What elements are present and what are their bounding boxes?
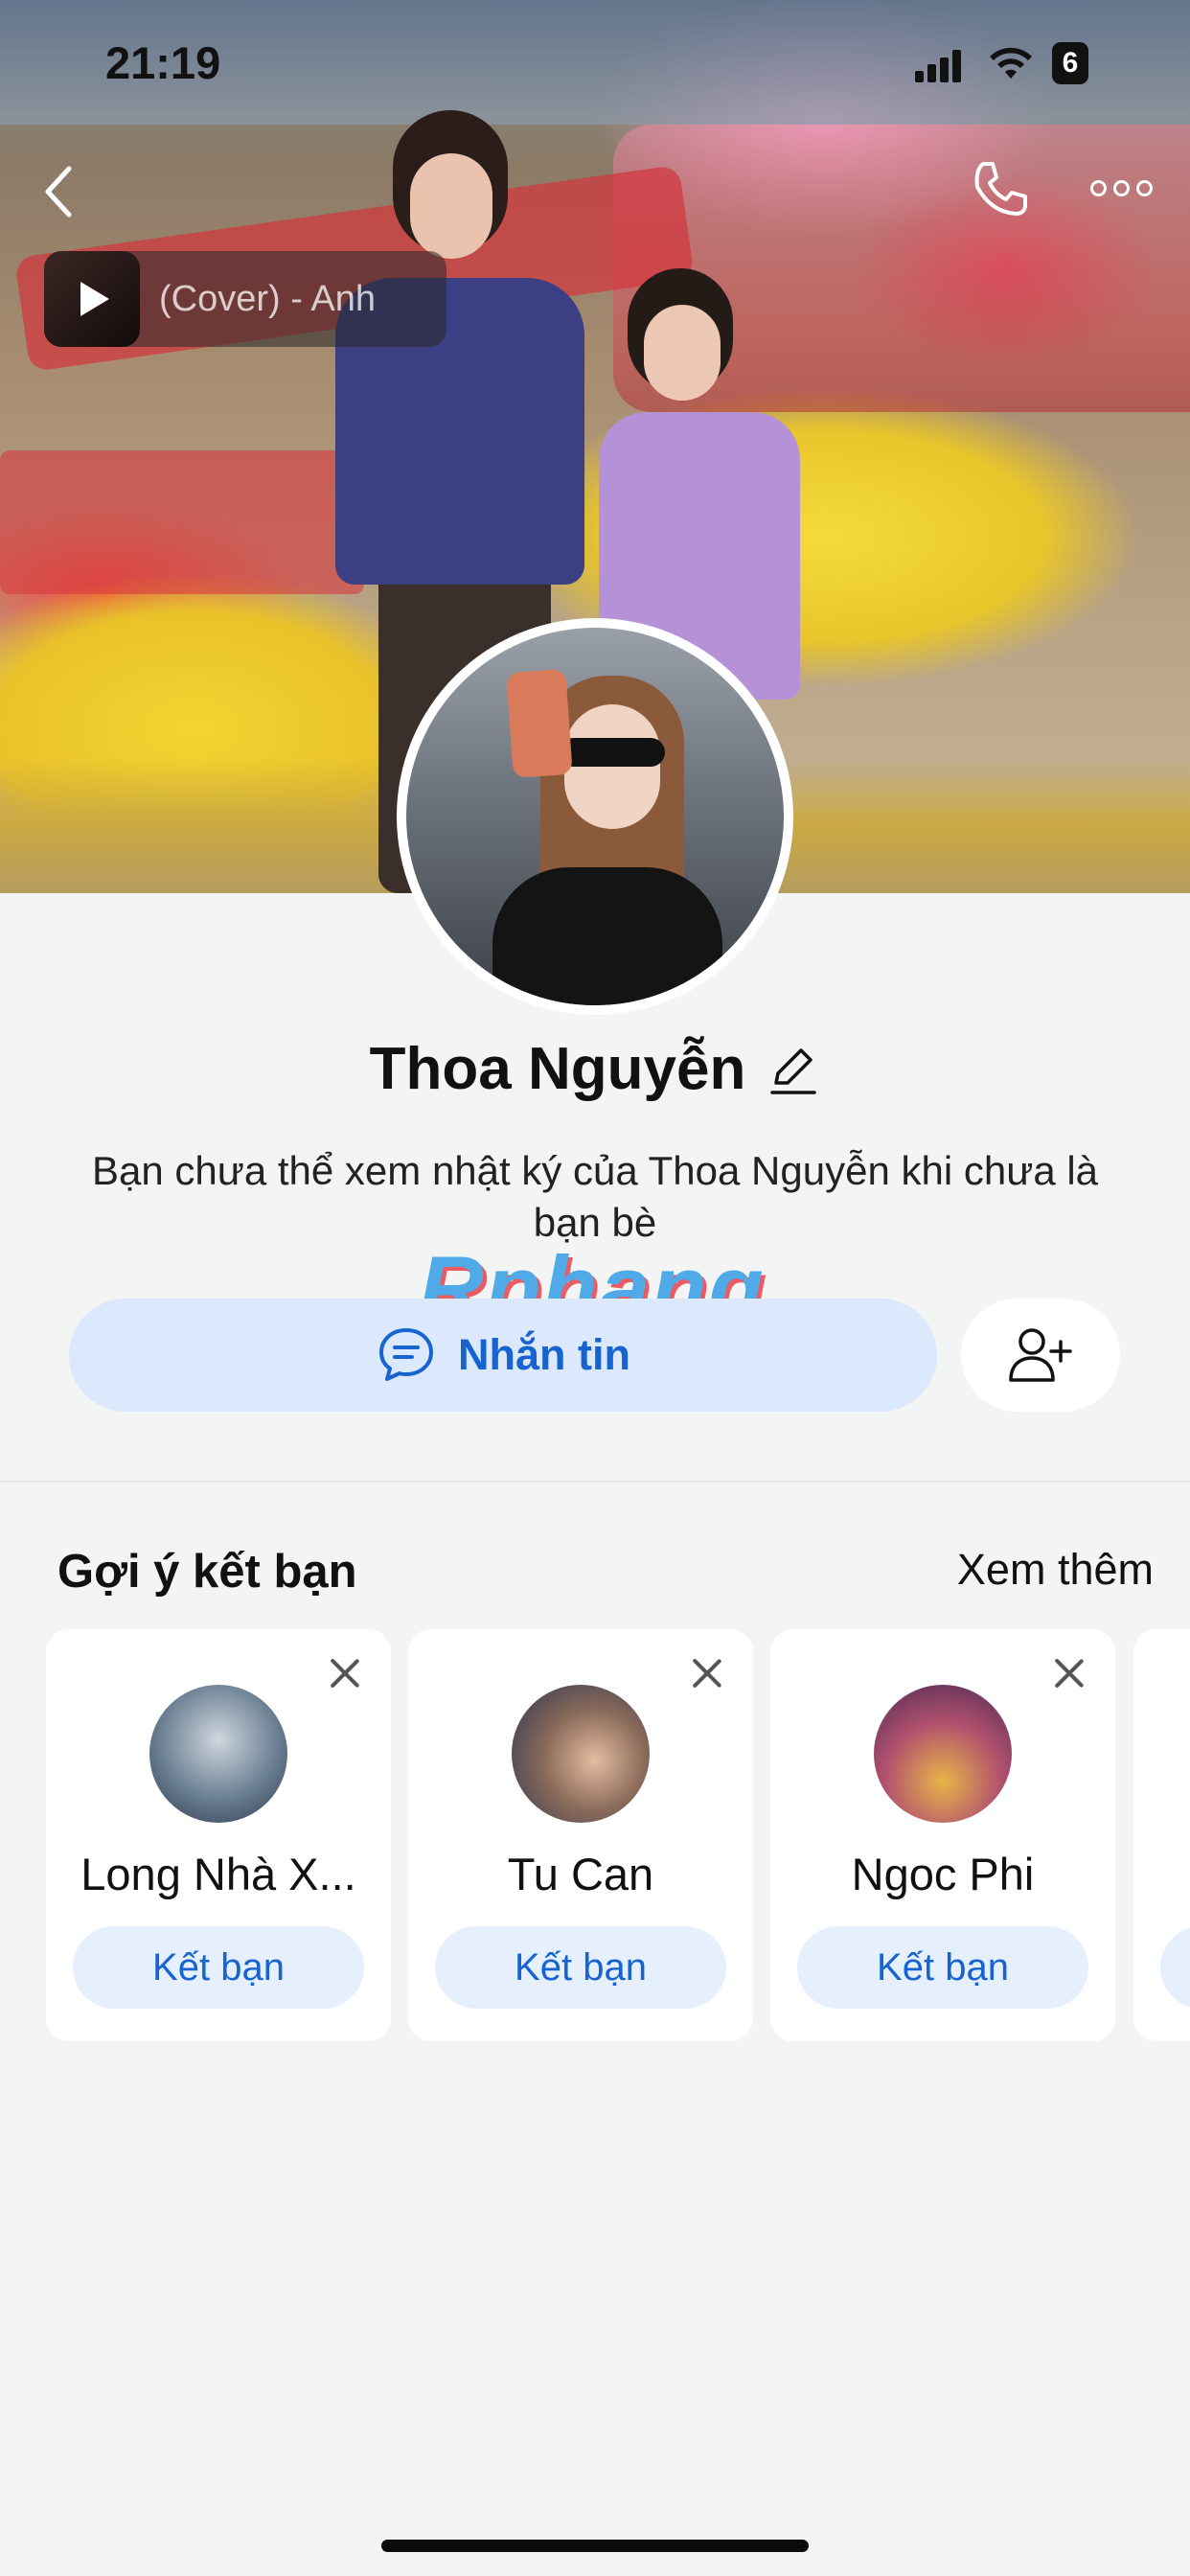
wifi-icon: [990, 47, 1032, 79]
privacy-notice: Bạn chưa thể xem nhật ký của Thoa Nguyễn…: [91, 1148, 1099, 1245]
add-friend-icon: [1009, 1328, 1072, 1382]
add-friend-suggestion-button[interactable]: Kết bạn: [73, 1926, 364, 2009]
home-indicator[interactable]: [381, 2540, 809, 2552]
phone-icon[interactable]: [970, 158, 1031, 219]
close-icon[interactable]: [1052, 1656, 1087, 1690]
suggestion-card-partial[interactable]: [1133, 1629, 1190, 2041]
message-button-label: Nhắn tin: [458, 1330, 630, 1379]
see-more-link[interactable]: Xem thêm: [957, 1545, 1154, 1595]
status-time: 21:19: [105, 37, 221, 88]
close-icon[interactable]: [328, 1656, 362, 1690]
close-icon[interactable]: [690, 1656, 724, 1690]
chevron-left-icon[interactable]: [38, 163, 80, 220]
suggestion-card[interactable]: Long Nhà X... Kết bạn: [46, 1629, 391, 2041]
suggestion-avatar[interactable]: [149, 1685, 287, 1823]
message-button[interactable]: Nhắn tin: [69, 1299, 937, 1412]
suggestion-avatar[interactable]: [874, 1685, 1012, 1823]
profile-name-row: Thoa Nguyễn: [0, 1035, 1190, 1103]
section-divider: [0, 1481, 1190, 1483]
suggestion-card[interactable]: Tu Can Kết bạn: [408, 1629, 753, 2041]
suggestions-title: Gợi ý kết bạn: [57, 1546, 357, 1598]
status-bar: 21:19 6: [0, 0, 1190, 134]
profile-music-chip[interactable]: (Cover) - Anh: [44, 251, 446, 347]
avatar[interactable]: [397, 618, 793, 1015]
suggestion-name: Tu Can: [507, 1849, 654, 1899]
edit-pencil-icon[interactable]: [767, 1043, 820, 1096]
play-icon[interactable]: [44, 251, 140, 347]
add-friend-button[interactable]: [961, 1299, 1120, 1412]
suggestion-avatar[interactable]: [512, 1685, 650, 1823]
cellular-signal-icon: [915, 50, 963, 82]
suggestion-name: Long Nhà X...: [80, 1849, 356, 1899]
profile-screen: 21:19 6 (Cover) - Anh Thoa Nguyễn Bạn ch…: [0, 0, 1190, 2576]
add-friend-suggestion-button[interactable]: Kết bạn: [797, 1926, 1088, 2009]
profile-name: Thoa Nguyễn: [369, 1036, 746, 1102]
more-horizontal-icon[interactable]: [1090, 171, 1167, 205]
suggestion-card[interactable]: Ngoc Phi Kết bạn: [770, 1629, 1115, 2041]
chat-bubble-icon: [379, 1328, 433, 1381]
add-friend-suggestion-button[interactable]: Kết bạn: [435, 1926, 726, 2009]
battery-indicator: 6: [1052, 42, 1088, 84]
music-title: (Cover) - Anh: [159, 278, 376, 319]
suggestion-name: Ngoc Phi: [851, 1849, 1035, 1899]
